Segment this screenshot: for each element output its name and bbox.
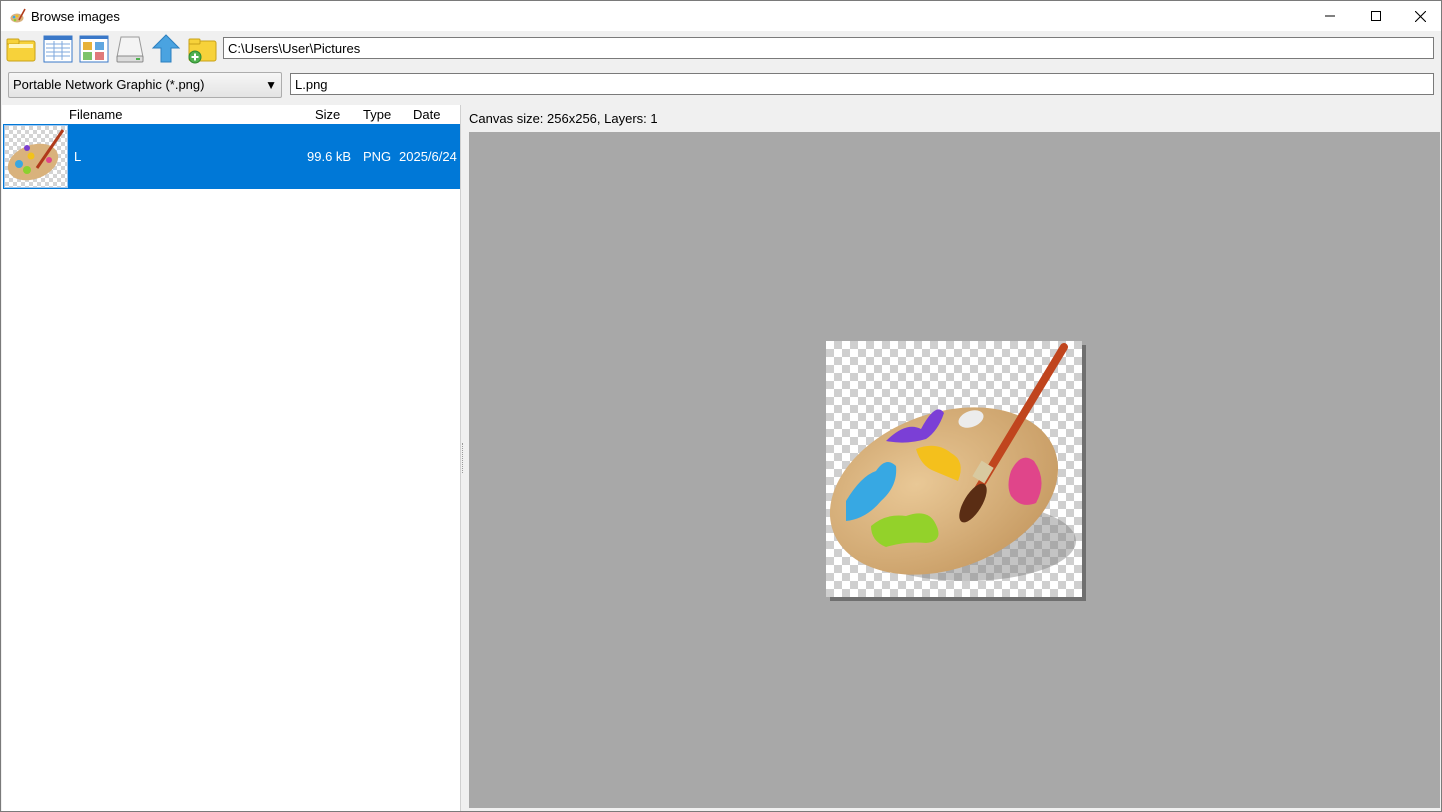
file-row-filename: L: [74, 149, 82, 164]
pane-splitter[interactable]: [461, 105, 467, 811]
drive-icon: [116, 36, 144, 63]
column-header-type[interactable]: Type: [363, 107, 391, 122]
file-row-type: PNG: [363, 149, 392, 164]
canvas-info-label: Canvas size: 256x256, Layers: 1: [469, 111, 658, 126]
path-input[interactable]: [223, 37, 1434, 59]
file-thumbnail: [4, 125, 68, 188]
details-view-button[interactable]: [42, 33, 74, 65]
window-title: Browse images: [31, 9, 120, 24]
open-folder-icon: [6, 38, 36, 62]
file-type-select[interactable]: Portable Network Graphic (*.png) ▼: [8, 72, 282, 98]
details-view-icon: [43, 35, 73, 63]
thumbnails-view-button[interactable]: [78, 33, 110, 65]
file-row-size: 99.6 kB: [307, 149, 352, 164]
maximize-button[interactable]: [1353, 1, 1399, 31]
file-row[interactable]: L 99.6 kB PNG 2025/6/24: [3, 124, 460, 189]
new-folder-icon: [188, 38, 217, 64]
up-folder-icon: [151, 34, 181, 63]
file-list-pane[interactable]: Filename Size Type Date L 99.6 kB PNG 20…: [2, 105, 461, 811]
minimize-icon: [1325, 15, 1335, 17]
file-row-date: 2025/6/24: [399, 149, 457, 164]
file-type-selected-value: Portable Network Graphic (*.png): [13, 77, 205, 92]
maximize-icon: [1371, 11, 1381, 21]
drive-button[interactable]: [114, 33, 146, 65]
preview-image: [826, 341, 1082, 597]
title-bar: Browse images: [1, 1, 1441, 31]
bottom-border: [467, 808, 1441, 811]
up-folder-button[interactable]: [150, 33, 182, 65]
browse-images-window: Browse images C:\Users\User\Pictures Por…: [0, 0, 1442, 812]
open-folder-button[interactable]: [5, 33, 37, 65]
new-folder-button[interactable]: [186, 33, 218, 65]
close-icon: [1414, 10, 1426, 22]
close-button[interactable]: [1397, 1, 1442, 31]
palette-app-icon: [10, 8, 26, 23]
palette-thumbnail-image: [5, 126, 67, 187]
column-header-date[interactable]: Date: [413, 107, 440, 122]
dropdown-arrow-icon: ▼: [265, 78, 277, 92]
palette-preview-image: [829, 343, 1076, 581]
minimize-button[interactable]: [1307, 1, 1353, 31]
thumbnails-view-icon: [79, 35, 109, 63]
column-header-size[interactable]: Size: [315, 107, 340, 122]
splitter-grip-icon: [462, 443, 465, 473]
column-header-filename[interactable]: Filename: [69, 107, 122, 122]
filename-input[interactable]: [290, 73, 1434, 95]
